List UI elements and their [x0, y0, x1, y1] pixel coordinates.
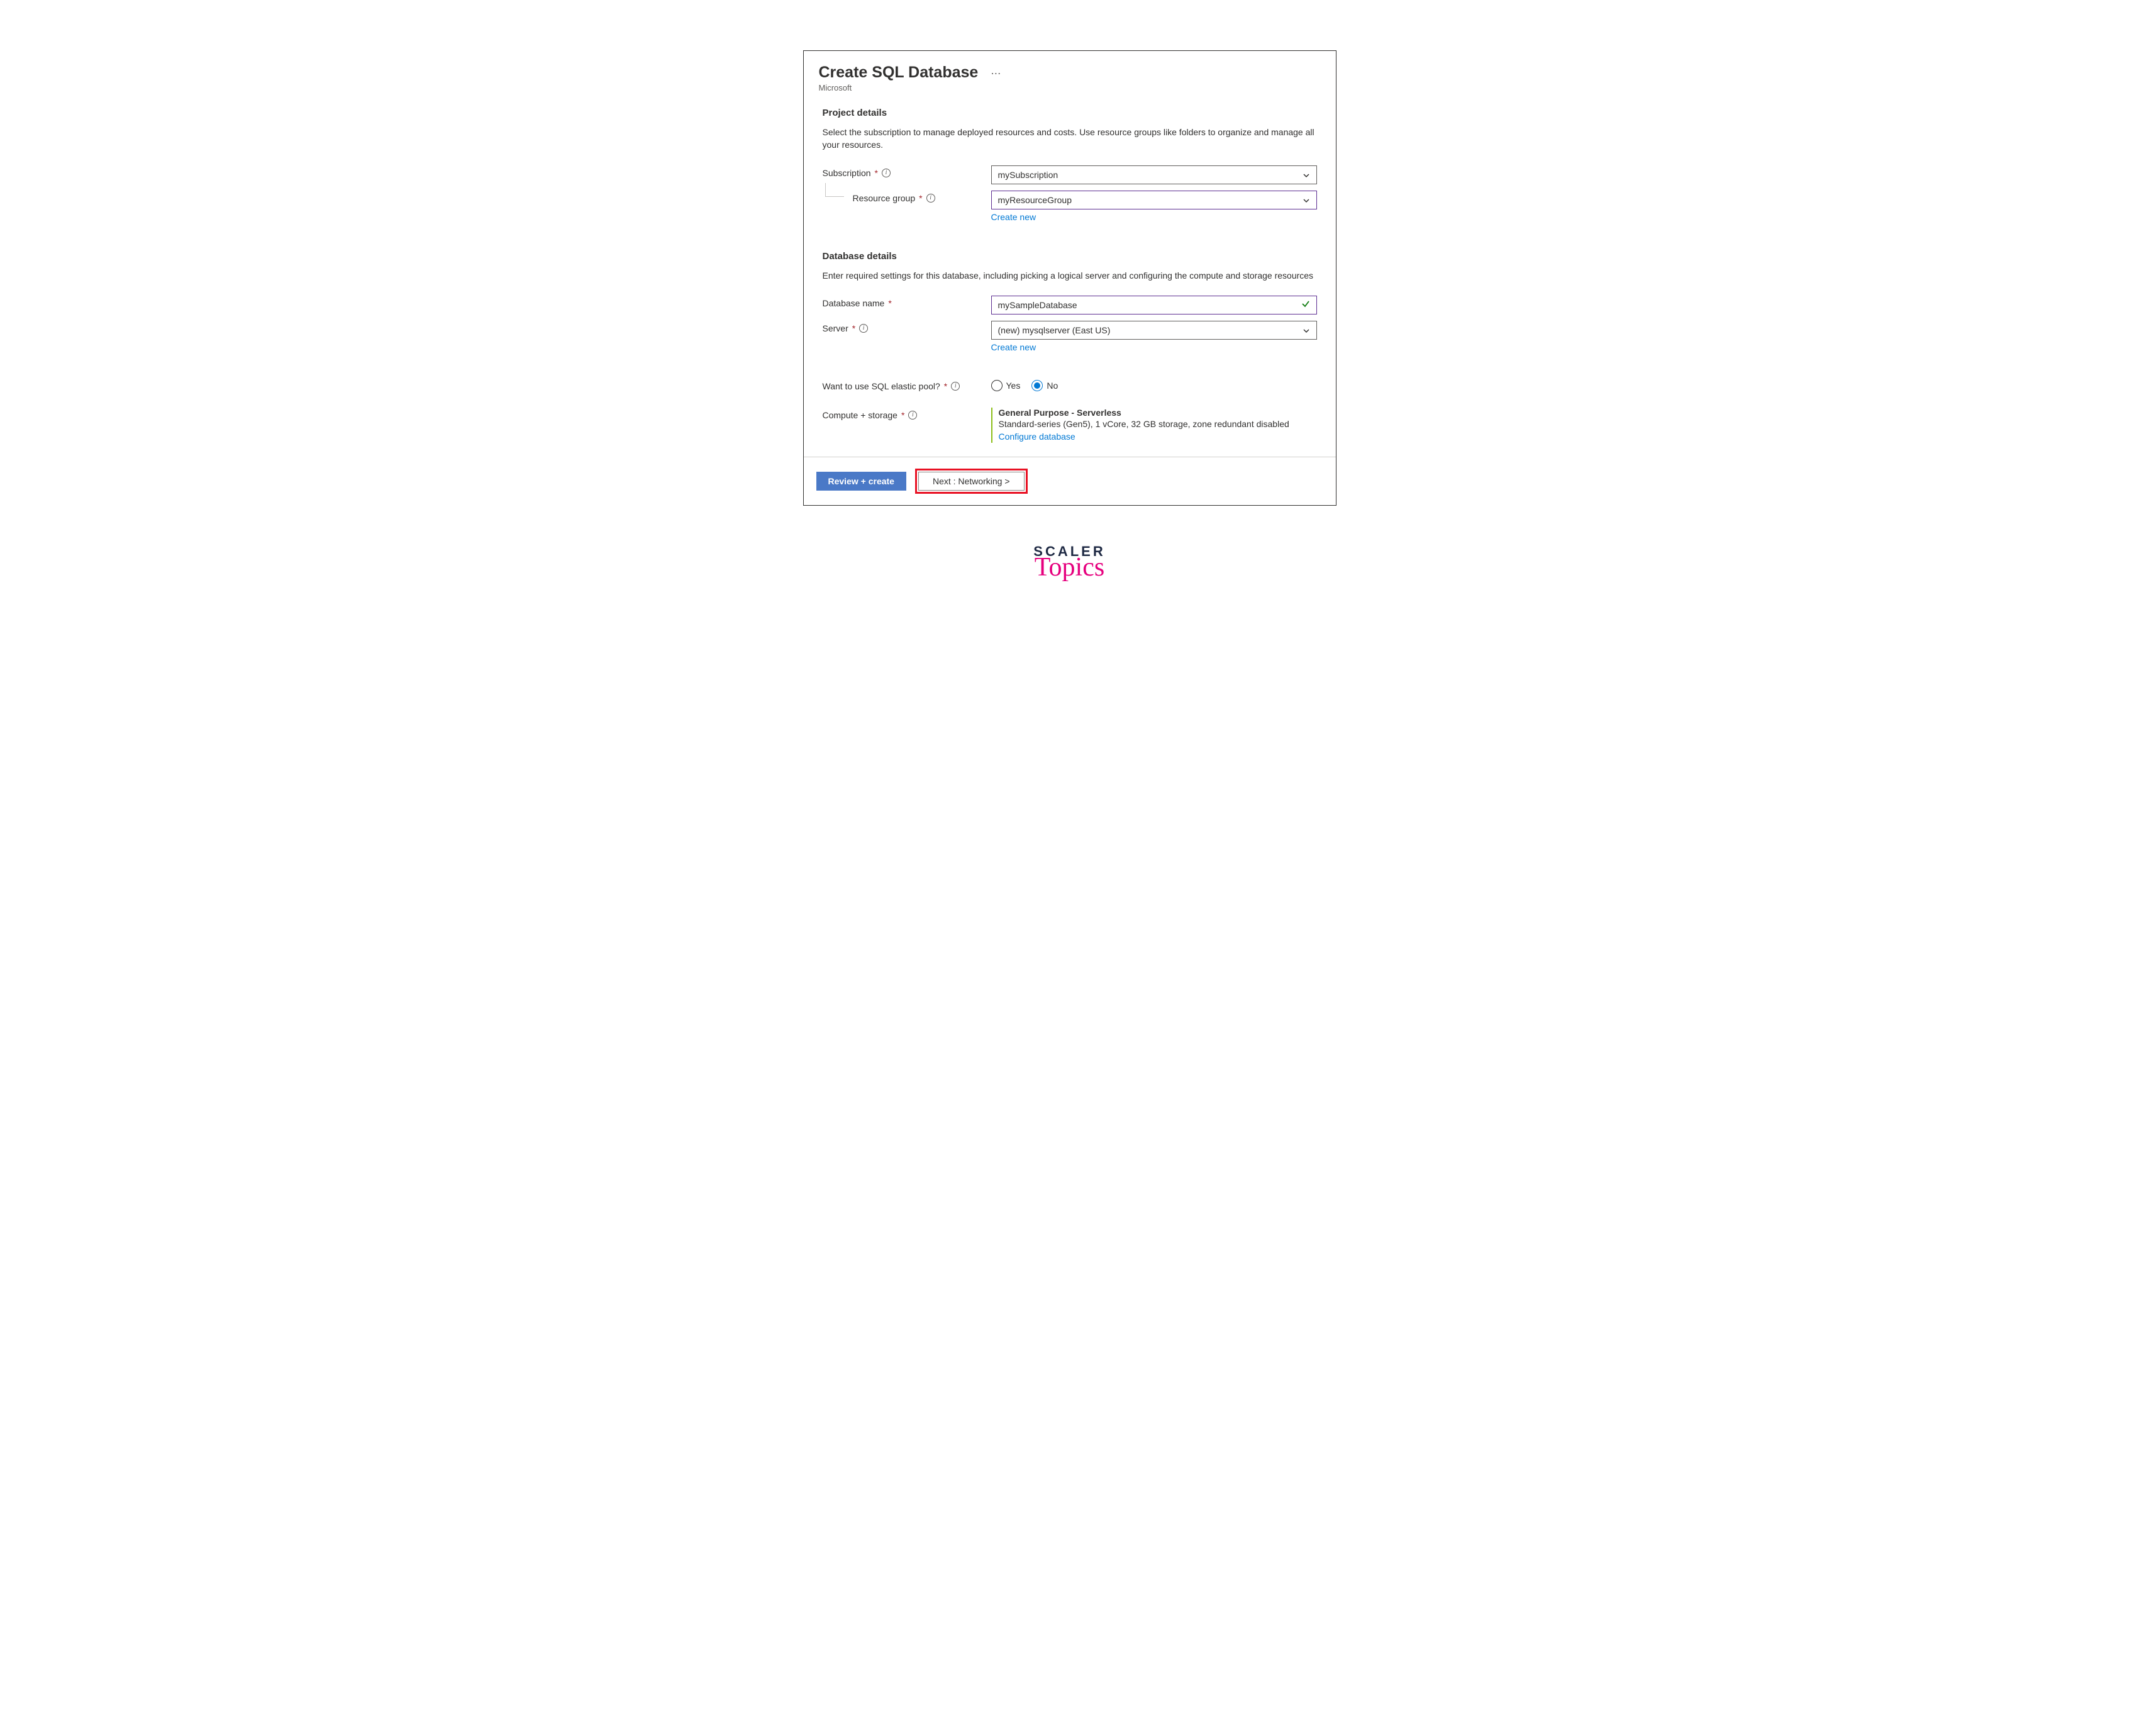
compute-storage-label: Compute + storage — [823, 410, 897, 420]
next-button-highlight: Next : Networking > — [915, 469, 1028, 494]
database-details-description: Enter required settings for this databas… — [823, 269, 1317, 282]
server-create-new-link[interactable]: Create new — [991, 342, 1036, 352]
subscription-select[interactable]: mySubscription — [991, 165, 1317, 184]
compute-storage-row: Compute + storage * i General Purpose - … — [823, 408, 1317, 443]
info-icon[interactable]: i — [882, 169, 891, 177]
server-select[interactable]: (new) mysqlserver (East US) — [991, 321, 1317, 340]
required-indicator: * — [852, 323, 855, 333]
chevron-down-icon — [1303, 196, 1310, 204]
chevron-down-icon — [1303, 171, 1310, 179]
review-create-button[interactable]: Review + create — [816, 472, 906, 491]
subscription-row: Subscription * i mySubscription — [823, 165, 1317, 184]
server-value: (new) mysqlserver (East US) — [998, 325, 1111, 335]
compute-tier: General Purpose - Serverless — [999, 408, 1317, 418]
chevron-down-icon — [1303, 326, 1310, 334]
radio-yes-label: Yes — [1006, 381, 1021, 391]
server-label: Server — [823, 323, 848, 333]
database-details-heading: Database details — [823, 251, 1317, 262]
database-name-input[interactable]: mySampleDatabase — [991, 296, 1317, 314]
page-title: Create SQL Database — [819, 64, 979, 82]
elastic-pool-row: Want to use SQL elastic pool? * i Yes No — [823, 379, 1317, 391]
project-details-heading: Project details — [823, 108, 1317, 118]
project-details-description: Select the subscription to manage deploy… — [823, 126, 1317, 152]
resource-group-create-new-link[interactable]: Create new — [991, 212, 1036, 222]
page-subtitle: Microsoft — [819, 83, 1321, 92]
required-indicator: * — [919, 193, 922, 203]
elastic-pool-label: Want to use SQL elastic pool? — [823, 381, 940, 391]
subscription-label: Subscription — [823, 168, 871, 178]
configure-database-link[interactable]: Configure database — [999, 431, 1075, 442]
watermark-logo: SCALER Topics — [1033, 543, 1105, 579]
elastic-pool-no-radio[interactable]: No — [1031, 380, 1058, 391]
next-networking-button[interactable]: Next : Networking > — [918, 472, 1025, 491]
info-icon[interactable]: i — [951, 382, 960, 391]
resource-group-row: Resource group * i myResourceGroup Creat… — [823, 191, 1317, 223]
content-area: Project details Select the subscription … — [804, 96, 1336, 457]
subscription-value: mySubscription — [998, 170, 1058, 180]
server-row: Server * i (new) mysqlserver (East US) C… — [823, 321, 1317, 353]
compute-storage-info: General Purpose - Serverless Standard-se… — [991, 408, 1317, 443]
database-name-label: Database name — [823, 298, 885, 308]
resource-group-value: myResourceGroup — [998, 195, 1072, 205]
resource-group-select[interactable]: myResourceGroup — [991, 191, 1317, 209]
database-name-row: Database name * mySampleDatabase — [823, 296, 1317, 314]
more-icon[interactable]: ⋯ — [991, 67, 1001, 79]
info-icon[interactable]: i — [859, 324, 868, 333]
footer-bar: Review + create Next : Networking > — [804, 457, 1336, 505]
header-area: Create SQL Database ⋯ Microsoft — [804, 51, 1336, 96]
check-icon — [1301, 299, 1310, 310]
required-indicator: * — [875, 168, 878, 178]
required-indicator: * — [901, 410, 904, 420]
info-icon[interactable]: i — [926, 194, 935, 203]
create-sql-database-panel: Create SQL Database ⋯ Microsoft Project … — [803, 50, 1336, 506]
database-name-value: mySampleDatabase — [998, 300, 1077, 310]
radio-no-label: No — [1047, 381, 1058, 391]
resource-group-label: Resource group — [853, 193, 916, 203]
watermark-line2: Topics — [1033, 557, 1105, 579]
required-indicator: * — [888, 298, 891, 308]
info-icon[interactable]: i — [908, 411, 917, 420]
required-indicator: * — [944, 381, 947, 391]
indent-connector — [825, 183, 844, 197]
compute-spec: Standard-series (Gen5), 1 vCore, 32 GB s… — [999, 419, 1317, 429]
elastic-pool-yes-radio[interactable]: Yes — [991, 380, 1021, 391]
elastic-pool-radio-group: Yes No — [991, 379, 1317, 391]
